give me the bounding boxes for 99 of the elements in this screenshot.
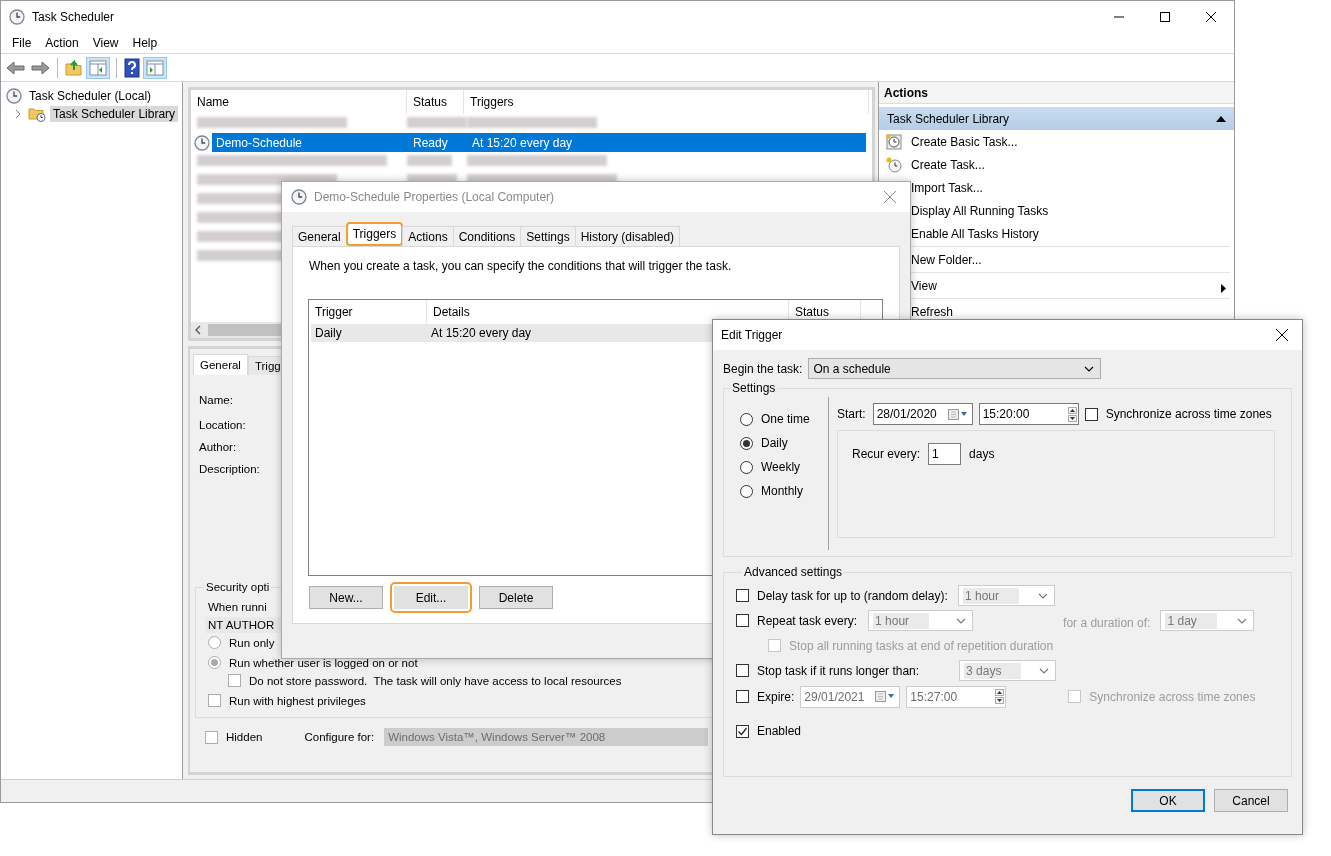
field-label: Author: (199, 440, 237, 455)
clock-icon (9, 8, 25, 25)
action-link[interactable]: Import Task... (911, 180, 983, 195)
dialog-title: Demo-Schedule Properties (Local Computer) (314, 190, 555, 204)
column-header[interactable]: Triggers (464, 90, 869, 114)
collapse-triangle-icon[interactable] (1216, 115, 1226, 122)
radio-button[interactable]: Run whether user is logged on or not (208, 656, 418, 669)
menu-item[interactable]: Help (125, 35, 165, 50)
dialog-button[interactable]: New... (309, 586, 383, 609)
recur-label: Recur every: (852, 447, 921, 461)
clock-icon (291, 189, 307, 205)
group-title: Advanced settings (743, 565, 844, 579)
field-label: Description: (199, 462, 260, 477)
menu-item[interactable]: View (85, 35, 126, 50)
tree-item[interactable]: Task Scheduler Library (50, 106, 179, 122)
synchronize-checkbox[interactable]: Synchronize across time zones (1084, 407, 1272, 421)
radio-button[interactable]: Monthly (740, 484, 828, 498)
account-label: When runni (208, 599, 267, 615)
enabled-checkbox[interactable]: Enabled (736, 724, 802, 738)
section-header[interactable]: Task Scheduler Library (879, 107, 1234, 130)
start-time-field[interactable]: 15:20:00 (978, 403, 1079, 425)
action-link[interactable]: Enable All Tasks History (911, 226, 1039, 241)
duration-label: for a duration of: (1063, 615, 1151, 630)
folder-up-icon[interactable] (65, 58, 83, 77)
spin-up-icon[interactable] (995, 689, 1005, 696)
tab[interactable]: Actions (402, 226, 454, 246)
dialog-title: Edit Trigger (721, 328, 783, 342)
forward-arrow-icon[interactable] (30, 58, 50, 77)
clock-icon (886, 133, 902, 150)
days-label: days (969, 447, 995, 461)
checkbox[interactable]: Do not store password. The task will only have access to local resources (228, 674, 622, 687)
dialog-button[interactable]: Delete (479, 586, 553, 609)
action-link[interactable]: View (911, 278, 937, 293)
column-header[interactable]: Status (407, 90, 464, 114)
action-link[interactable]: New Folder... (911, 252, 982, 267)
repeat-checkbox[interactable]: Repeat task every: (736, 613, 858, 628)
clock-icon (886, 156, 902, 173)
expire-checkbox[interactable]: Expire: (736, 689, 795, 704)
folder-clock-icon (28, 106, 46, 122)
delay-checkbox[interactable]: Delay task for up to (random delay): (736, 588, 948, 603)
action-link[interactable]: Create Basic Task... (911, 134, 1018, 149)
edit-button[interactable]: Edit... (390, 582, 472, 613)
action-link[interactable]: Create Task... (911, 157, 985, 172)
help-icon[interactable] (124, 57, 140, 78)
tab[interactable]: Settings (520, 226, 576, 246)
close-icon[interactable] (1206, 11, 1216, 22)
action-link[interactable]: Display All Running Tasks (911, 203, 1049, 218)
recur-days-field[interactable]: 1 (928, 443, 962, 465)
tab[interactable]: General (292, 226, 347, 246)
checkbox[interactable]: Run with highest privileges (208, 694, 366, 707)
dialog-button[interactable]: Cancel (1214, 789, 1288, 812)
calendar-icon[interactable] (947, 408, 968, 420)
repeat-dropdown[interactable]: 1 hour (868, 610, 974, 631)
stop-after-dropdown[interactable]: 3 days (959, 660, 1057, 681)
column-header[interactable]: Name (191, 90, 407, 114)
group-title: Security opti (205, 581, 271, 593)
configure-for-label: Configure for: (304, 731, 375, 743)
task-row[interactable]: Demo-Schedule Ready At 15:20 every day (212, 133, 866, 152)
start-date-field[interactable]: 28/01/2020 (872, 403, 973, 425)
radio-button[interactable]: Weekly (740, 460, 828, 474)
tab[interactable]: History (disabled) (574, 226, 681, 246)
maximize-icon[interactable] (1160, 11, 1170, 22)
spin-down-icon[interactable] (995, 697, 1005, 704)
check-mark-icon (737, 725, 748, 737)
radio-button[interactable]: Daily (740, 436, 828, 450)
tree-item[interactable]: Task Scheduler (Local) (26, 88, 155, 104)
action-link[interactable]: Refresh (911, 304, 954, 319)
spin-down-icon[interactable] (1067, 414, 1077, 422)
group-title: Settings (731, 381, 777, 395)
window-title: Task Scheduler (32, 9, 115, 24)
actions-header: Actions (879, 82, 1234, 104)
duration-dropdown[interactable]: 1 day (1160, 610, 1255, 631)
start-label: Start: (837, 407, 866, 421)
begin-task-label: Begin the task: (723, 361, 803, 376)
expire-time-field[interactable]: 15:27:00 (906, 685, 1007, 708)
menu-item[interactable]: File (5, 35, 39, 50)
clock-icon (6, 88, 22, 104)
stop-task-checkbox[interactable]: Stop task if it runs longer than: (736, 663, 920, 678)
clock-icon (193, 134, 210, 151)
hidden-checkbox[interactable]: Hidden (205, 730, 263, 744)
account-field[interactable]: NT AUTHOR (205, 617, 281, 633)
tab[interactable]: Triggers (345, 222, 404, 246)
description-text: When you create a task, you can specify the conditions that will trigger the task. (309, 259, 733, 273)
spin-up-icon[interactable] (1067, 406, 1077, 414)
expire-date-field[interactable]: 29/01/2021 (800, 685, 901, 708)
radio-button[interactable]: One time (740, 412, 828, 426)
chevron-down-icon[interactable] (1084, 365, 1095, 372)
calendar-icon[interactable] (875, 691, 896, 702)
close-icon[interactable] (1276, 329, 1288, 341)
delay-dropdown[interactable]: 1 hour (958, 585, 1055, 606)
radio-button[interactable]: Run only (208, 636, 275, 649)
field-label: Name: (199, 392, 233, 408)
menu-item[interactable]: Action (38, 35, 86, 50)
dialog-button[interactable]: OK (1131, 789, 1205, 812)
expand-chevron-icon[interactable] (15, 109, 21, 119)
back-arrow-icon[interactable] (6, 58, 26, 77)
begin-task-dropdown[interactable]: On a schedule (808, 358, 1102, 379)
field-label: Location: (199, 418, 246, 433)
tab[interactable]: General (193, 354, 248, 375)
